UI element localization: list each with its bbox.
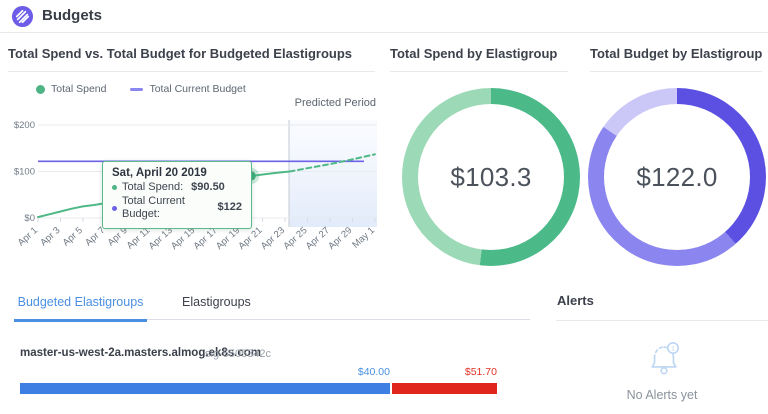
svg-text:1: 1 (671, 345, 675, 352)
legend-total-current-budget[interactable]: Total Current Budget (130, 83, 245, 95)
purple-bullet-icon (112, 206, 117, 211)
svg-text:Apr 7: Apr 7 (83, 225, 107, 248)
legend-total-spend[interactable]: Total Spend (36, 83, 106, 95)
svg-text:Apr 23: Apr 23 (259, 225, 287, 252)
bar-spent-segment (20, 383, 390, 394)
divider (8, 71, 375, 72)
donut-ring-2: $122.0 (588, 88, 766, 266)
donut-ring-1: $103.3 (402, 88, 580, 266)
elastigroup-tabs: Budgeted Elastigroups Elastigroups (14, 289, 530, 320)
budget-progress-bar (20, 383, 497, 394)
legend-label: Total Current Budget (149, 83, 245, 95)
y-tick-100: $100 (14, 167, 35, 178)
svg-text:Apr 17: Apr 17 (192, 225, 220, 252)
spotinst-logo-icon[interactable] (11, 5, 34, 28)
svg-text:Apr 29: Apr 29 (326, 225, 354, 252)
tab-label: Elastigroups (182, 295, 251, 309)
purple-dash-icon (130, 88, 143, 91)
y-tick-0: $0 (24, 213, 35, 224)
tooltip-budget-row: Total Current Budget: $122 (112, 195, 242, 222)
chart-tooltip: Sat, April 20 2019 Total Spend: $90.50 T… (102, 161, 252, 229)
predicted-period-label: Predicted Period (270, 97, 376, 109)
alerts-title: Alerts (557, 293, 594, 308)
tooltip-spend-label: Total Spend: (122, 181, 183, 195)
svg-text:May 1: May 1 (350, 225, 377, 250)
divider (390, 71, 568, 72)
chart-legend: Total Spend Total Current Budget (36, 83, 246, 95)
app-header: Budgets (0, 0, 768, 33)
total-spend-value: $103.3 (450, 162, 531, 193)
total-budget-donut-title: Total Budget by Elastigroup (590, 46, 762, 61)
svg-text:Apr 15: Apr 15 (169, 225, 197, 252)
tooltip-budget-label: Total Current Budget: (122, 195, 210, 222)
tooltip-spend-value: $90.50 (191, 181, 225, 195)
svg-text:Apr 3: Apr 3 (38, 225, 62, 248)
divider (556, 320, 768, 321)
svg-text:Apr 19: Apr 19 (214, 225, 242, 252)
budgets-dashboard: Budgets Total Spend vs. Total Budget for… (0, 0, 768, 414)
svg-text:Apr 13: Apr 13 (147, 225, 175, 252)
no-alerts-text: No Alerts yet (556, 388, 768, 402)
svg-text:Apr 1: Apr 1 (16, 225, 40, 248)
predicted-period-region (289, 120, 377, 227)
tooltip-spend-row: Total Spend: $90.50 (112, 181, 242, 195)
spend-vs-budget-title: Total Spend vs. Total Budget for Budgete… (8, 46, 352, 61)
svg-text:Apr 25: Apr 25 (281, 225, 309, 252)
svg-text:Apr 11: Apr 11 (125, 225, 153, 251)
tab-budgeted-elastigroups[interactable]: Budgeted Elastigroups (14, 289, 147, 320)
donut-hole: $103.3 (418, 104, 564, 250)
total-budget-value: $122.0 (636, 162, 717, 193)
bar-over-segment (392, 383, 497, 394)
green-dot-icon (36, 85, 45, 94)
y-tick-200: $200 (14, 120, 35, 131)
legend-label: Total Spend (51, 83, 106, 95)
divider (590, 71, 762, 72)
page-title: Budgets (42, 7, 102, 24)
green-bullet-icon (112, 185, 117, 190)
budget-amount-label: $51.70 (357, 366, 497, 378)
elastigroup-sig: sig-5505342c (205, 348, 271, 360)
active-tab-underline (14, 319, 147, 322)
tab-elastigroups[interactable]: Elastigroups (168, 289, 265, 320)
total-spend-donut-title: Total Spend by Elastigroup (390, 46, 557, 61)
tab-label: Budgeted Elastigroups (18, 295, 144, 309)
tooltip-date: Sat, April 20 2019 (112, 166, 242, 181)
tooltip-budget-value: $122 (218, 201, 242, 215)
svg-text:Apr 21: Apr 21 (236, 225, 264, 252)
donut-hole: $122.0 (604, 104, 750, 250)
svg-text:Apr 5: Apr 5 (61, 225, 85, 248)
bell-icon: 1 (646, 335, 682, 384)
svg-text:Apr 27: Apr 27 (304, 225, 332, 252)
